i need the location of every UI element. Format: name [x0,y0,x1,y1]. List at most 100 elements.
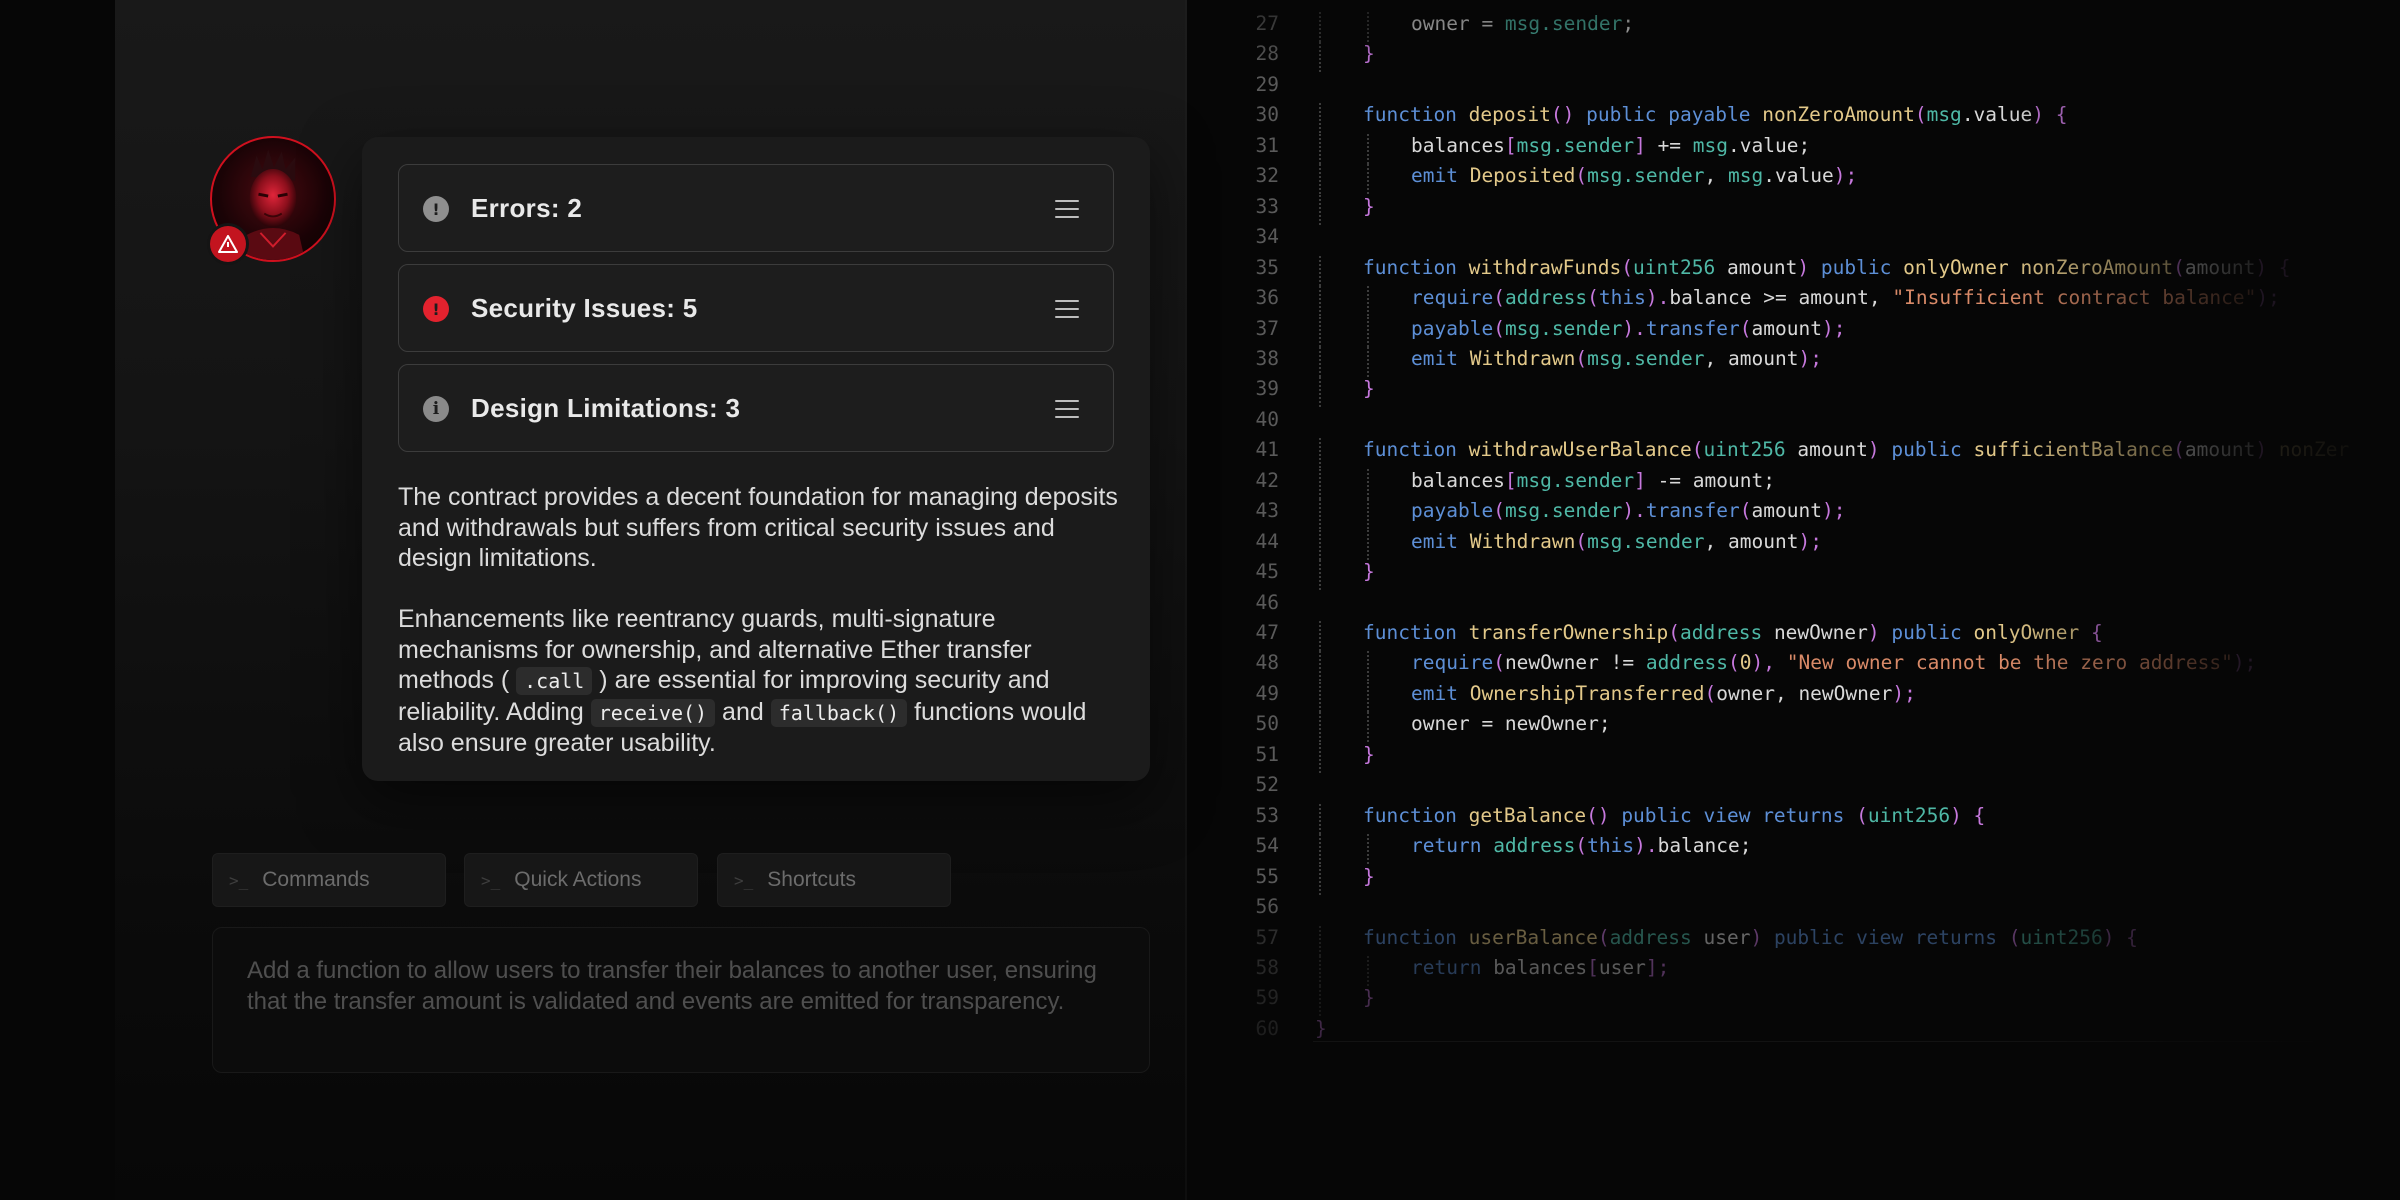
code-line[interactable]: 29 [1235,73,2400,103]
indent-guide [1319,834,1321,865]
code-line[interactable]: 53 function getBalance() public view retu… [1235,803,2400,834]
line-number: 43 [1255,499,1279,523]
line-number: 27 [1255,12,1279,35]
indent-guide [1367,286,1369,317]
indent-guide [1319,560,1321,591]
indent-guide [1367,12,1369,42]
tab-shortcuts[interactable]: >_ Shortcuts [717,853,951,907]
code-text: } [1363,560,1375,584]
line-number: 42 [1255,468,1279,492]
code-line[interactable]: 30 function deposit() public payable nonZ… [1235,103,2400,134]
line-number: 50 [1255,712,1279,736]
line-number: 57 [1255,925,1279,949]
code-line[interactable]: 51} [1235,742,2400,773]
code-text: owner = newOwner; [1411,712,1611,736]
line-number: 40 [1255,407,1279,431]
code-text: function userBalance(address user) publi… [1363,925,2138,949]
hamburger-menu-icon[interactable] [1055,400,1079,418]
indent-guide [1319,925,1321,956]
code-line[interactable]: 46 [1235,591,2400,621]
code-text: emit OwnershipTransferred(owner, newOwne… [1411,681,1916,705]
indent-guide [1319,742,1321,773]
indent-guide [1367,468,1369,499]
code-line[interactable]: 43 payable(msg.sender).transfer(amount); [1235,499,2400,530]
indent-guide [1319,468,1321,499]
code-line[interactable]: 47 function transferOwnership(address new… [1235,621,2400,651]
code-line[interactable]: 54 return address(this).balance; [1235,834,2400,865]
indent-guide [1367,529,1369,560]
indent-guide [1367,164,1369,195]
review-card: ! Errors: 2 ! Security Issues: 5 i Desig… [362,137,1150,781]
indent-guide [1319,164,1321,195]
code-line[interactable]: 27 owner = msg.sender; [1235,12,2400,42]
code-line[interactable]: 44 emit Withdrawn(msg.sender, amount); [1235,529,2400,560]
code-text: emit Deposited(msg.sender, msg.value); [1411,164,1858,188]
code-line[interactable]: 28} [1235,42,2400,73]
code-text: function transferOwnership(address newOw… [1363,621,2103,644]
code-line[interactable]: 48 require(newOwner != address(0), "New o… [1235,651,2400,682]
code-text: require(address(this).balance >= amount,… [1411,286,2280,310]
code-line[interactable]: 57 function userBalance(address user) pub… [1235,925,2400,956]
hamburger-menu-icon[interactable] [1055,300,1079,318]
code-line[interactable]: 60} [1235,1017,2400,1047]
code-line[interactable]: 50 owner = newOwner; [1235,712,2400,743]
inline-code: receive() [590,698,716,727]
code-line[interactable]: 42 balances[msg.sender] -= amount; [1235,468,2400,499]
prompt-input[interactable]: Add a function to allow users to transfe… [212,927,1150,1073]
code-line[interactable]: 33} [1235,194,2400,225]
line-number: 29 [1255,72,1279,96]
code-line[interactable]: 38 emit Withdrawn(msg.sender, amount); [1235,346,2400,377]
line-number: 55 [1255,864,1279,888]
code-text: payable(msg.sender).transfer(amount); [1411,499,1846,523]
code-editor[interactable]: 27 owner = msg.sender; 28} 29 30 function dep… [1235,0,2400,1200]
issue-row-security[interactable]: ! Security Issues: 5 [398,264,1114,352]
code-text: return address(this).balance; [1411,834,1752,858]
indent-guide [1319,499,1321,530]
code-line[interactable]: 41 function withdrawUserBalance(uint256 a… [1235,438,2400,469]
code-line[interactable]: 58 return balances[user]; [1235,955,2400,986]
line-number: 60 [1255,1016,1279,1040]
line-number: 59 [1255,986,1279,1010]
code-text: function withdrawUserBalance(uint256 amo… [1363,438,2350,462]
line-number: 33 [1255,194,1279,218]
indent-guide [1319,621,1321,651]
code-line[interactable]: 34 [1235,225,2400,255]
code-text: function deposit() public payable nonZer… [1363,103,2068,127]
tab-quick-actions[interactable]: >_ Quick Actions [464,853,698,907]
tab-commands[interactable]: >_ Commands [212,853,446,907]
code-text: } [1363,986,1375,1010]
code-text: payable(msg.sender).transfer(amount); [1411,316,1846,340]
issue-row-errors[interactable]: ! Errors: 2 [398,164,1114,252]
issue-label: Design Limitations: 3 [471,393,741,423]
code-line[interactable]: 49 emit OwnershipTransferred(owner, newOw… [1235,681,2400,712]
code-line[interactable]: 32 emit Deposited(msg.sender, msg.value); [1235,164,2400,195]
line-number: 38 [1255,346,1279,370]
code-line[interactable]: 36 require(address(this).balance >= amoun… [1235,286,2400,317]
line-number: 46 [1255,590,1279,614]
code-line[interactable]: 59} [1235,986,2400,1017]
code-line[interactable]: 35 function withdrawFunds(uint256 amount)… [1235,255,2400,286]
line-number: 36 [1255,286,1279,310]
indent-guide [1319,712,1321,743]
code-line[interactable]: 52 [1235,773,2400,803]
code-line[interactable]: 39} [1235,377,2400,408]
code-line[interactable]: 45} [1235,560,2400,591]
code-line[interactable]: 55} [1235,864,2400,895]
indent-guide [1319,955,1321,986]
indent-guide [1319,438,1321,469]
indent-guide [1367,955,1369,986]
panel-divider [1185,0,1187,1200]
code-text: balances[msg.sender] -= amount; [1411,468,1775,492]
code-line[interactable]: 31 balances[msg.sender] += msg.value; [1235,133,2400,164]
code-line[interactable]: 40 [1235,408,2400,438]
code-text: emit Withdrawn(msg.sender, amount); [1411,529,1822,553]
issue-row-design[interactable]: i Design Limitations: 3 [398,364,1114,452]
code-line[interactable]: 56 [1235,895,2400,925]
code-line[interactable]: 37 payable(msg.sender).transfer(amount); [1235,316,2400,347]
code-text: } [1363,42,1375,66]
hamburger-menu-icon[interactable] [1055,200,1079,218]
prompt-input-text[interactable]: Add a function to allow users to transfe… [247,956,1107,1017]
terminal-prompt-icon: >_ [734,870,754,890]
indent-guide [1367,346,1369,377]
line-number: 35 [1255,255,1279,279]
